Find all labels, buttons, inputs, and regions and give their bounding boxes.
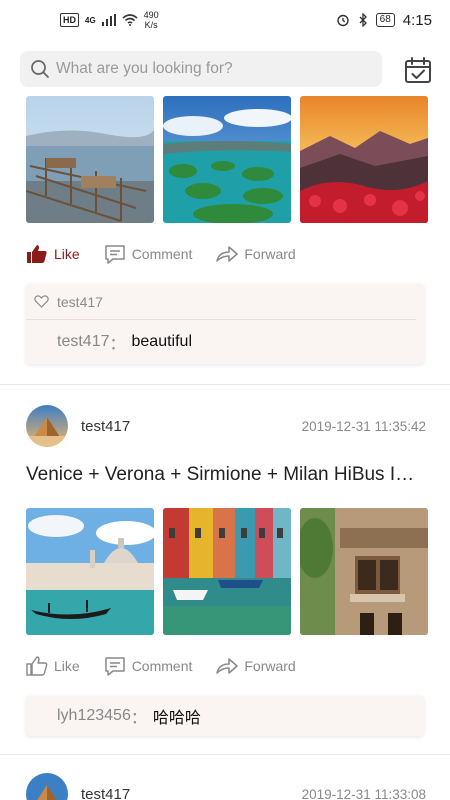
post-header: test417 2019-12-31 11:35:42 xyxy=(26,404,426,448)
calendar-check-icon[interactable] xyxy=(404,56,432,84)
post-image[interactable] xyxy=(163,96,291,223)
status-bar: HD 4G 490 K/s 68 4:15 xyxy=(0,0,450,40)
forward-label: Forward xyxy=(244,658,296,674)
post-author[interactable]: test417 xyxy=(81,418,130,435)
comment-button[interactable]: Comment xyxy=(104,244,193,264)
comment-icon xyxy=(104,245,125,264)
comment-author[interactable]: lyh123456 xyxy=(57,707,131,725)
comment-item: test417 ： beautiful xyxy=(26,320,424,364)
post-image[interactable] xyxy=(163,508,291,635)
forward-icon xyxy=(216,246,239,262)
post-image-grid xyxy=(26,508,428,635)
forward-button[interactable]: Forward xyxy=(216,245,296,263)
avatar[interactable] xyxy=(26,773,68,800)
post-header: test417 2019-12-31 11:33:08 xyxy=(26,772,426,800)
comment-label: Comment xyxy=(131,246,193,262)
post-actions: Like Comment Forward xyxy=(26,244,320,264)
post-image[interactable] xyxy=(26,508,154,635)
clock: 4:15 xyxy=(402,11,432,29)
heart-icon xyxy=(34,295,49,308)
forward-icon xyxy=(216,658,239,674)
like-button[interactable]: Like xyxy=(26,244,80,264)
wifi-icon xyxy=(122,14,138,26)
hd-badge: HD xyxy=(60,13,79,27)
alarm-icon xyxy=(336,14,349,27)
post-image-grid xyxy=(26,96,428,223)
comment-button[interactable]: Comment xyxy=(104,656,193,676)
like-label: Like xyxy=(54,246,80,262)
network-type: 4G xyxy=(85,15,96,25)
post-divider xyxy=(0,384,450,385)
comments-box: lyh123456 ： 哈哈哈 xyxy=(26,696,424,736)
search-row xyxy=(0,48,450,92)
search-input[interactable] xyxy=(56,60,376,78)
speed-value: 490 xyxy=(143,10,159,20)
battery-indicator: 68 xyxy=(375,13,395,27)
forward-label: Forward xyxy=(244,246,296,262)
post-author[interactable]: test417 xyxy=(81,786,130,800)
speed-unit: K/s xyxy=(144,20,158,30)
feed[interactable]: Like Comment Forward test417 test417 ： b… xyxy=(0,92,450,800)
network-speed: 490 K/s xyxy=(144,10,159,30)
bluetooth-icon xyxy=(359,13,367,27)
like-label: Like xyxy=(54,658,80,674)
post-divider xyxy=(0,754,450,755)
likers-names[interactable]: test417 xyxy=(57,294,103,310)
post-image[interactable] xyxy=(300,508,428,635)
comment-separator: ： xyxy=(109,336,126,353)
post-timestamp: 2019-12-31 11:33:08 xyxy=(301,786,426,800)
like-button[interactable]: Like xyxy=(26,656,80,676)
comment-item: lyh123456 ： 哈哈哈 xyxy=(26,696,424,736)
comment-separator: ： xyxy=(130,710,147,727)
search-icon xyxy=(31,60,49,78)
thumbs-up-icon xyxy=(27,245,47,263)
thumbs-up-icon xyxy=(26,656,48,676)
post-image[interactable] xyxy=(300,96,428,223)
post-title[interactable]: Venice + Verona + Sirmione + Milan HiBus… xyxy=(26,464,424,486)
comments-box: test417 test417 ： beautiful xyxy=(26,284,424,364)
post-timestamp: 2019-12-31 11:35:42 xyxy=(301,418,426,434)
comment-icon xyxy=(104,657,125,676)
comment-text: beautiful xyxy=(131,333,193,350)
signal-icon xyxy=(101,14,116,26)
forward-button[interactable]: Forward xyxy=(216,657,296,675)
post-image[interactable] xyxy=(26,96,154,223)
likers-row: test417 xyxy=(26,284,416,320)
search-bar[interactable] xyxy=(20,51,382,87)
comment-label: Comment xyxy=(131,658,193,674)
avatar[interactable] xyxy=(26,405,68,447)
comment-author[interactable]: test417 xyxy=(57,333,109,351)
post-actions: Like Comment Forward xyxy=(26,656,320,676)
comment-text: 哈哈哈 xyxy=(152,710,201,727)
